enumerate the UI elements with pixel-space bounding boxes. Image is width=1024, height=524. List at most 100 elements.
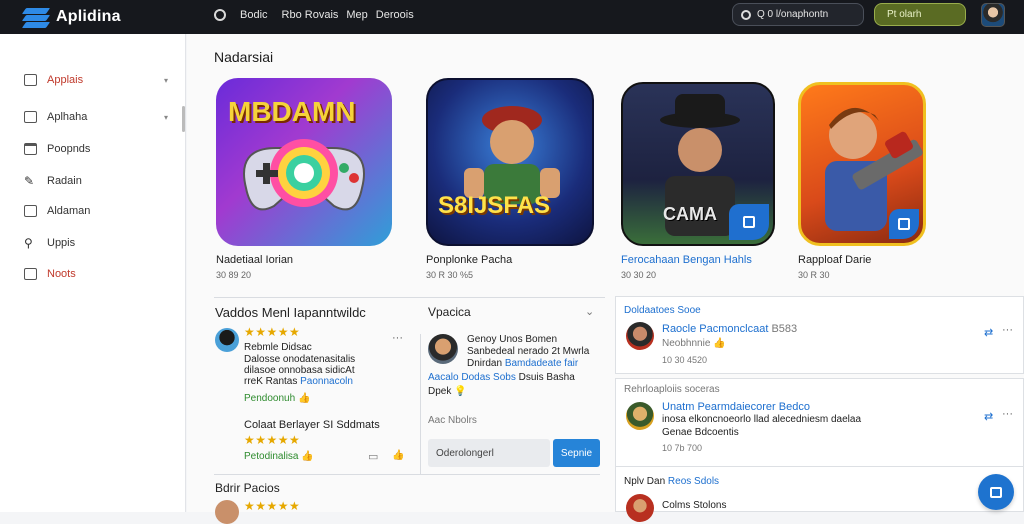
sidebar-item-noots[interactable]: Noots bbox=[24, 268, 76, 280]
user-avatar[interactable] bbox=[981, 3, 1005, 27]
messages-title: Vpacica bbox=[428, 305, 471, 319]
app-thumbnail[interactable]: S8IJSFAS bbox=[426, 78, 594, 246]
reviewer-avatar[interactable] bbox=[215, 328, 239, 352]
section-title: Bdrir Pacios bbox=[215, 481, 280, 495]
divider bbox=[214, 474, 600, 475]
sidebar-item-label: Applais bbox=[47, 74, 84, 86]
message-line: Dpek 💡 bbox=[428, 386, 467, 397]
divider bbox=[420, 334, 421, 474]
card-action-button[interactable] bbox=[729, 204, 769, 240]
review-action-link[interactable]: Pendoonuh 👍 bbox=[244, 393, 310, 404]
character-art-icon bbox=[464, 106, 560, 204]
review-line: Rebmle Didsac bbox=[244, 342, 312, 353]
gamepad-icon bbox=[243, 139, 365, 211]
sidebar-item-applais[interactable]: Applais bbox=[24, 74, 83, 86]
app-card[interactable]: MBDAMN Nadetiaal Iorian 30 89 20 bbox=[216, 78, 392, 280]
app-meta: 30 R 30 %5 bbox=[426, 270, 474, 280]
app-logo[interactable]: Aplidina bbox=[21, 6, 121, 28]
app-thumbnail[interactable]: MBDAMN bbox=[216, 78, 392, 246]
sidebar-scrollbar[interactable] bbox=[182, 106, 185, 132]
upload-button[interactable]: Pt olarh bbox=[874, 3, 966, 26]
sidebar-item-aldaman[interactable]: Aldaman bbox=[24, 205, 90, 217]
notification-avatar[interactable] bbox=[626, 494, 654, 522]
sidebar-item-label: Radain bbox=[47, 175, 82, 187]
notification-meta: 10 30 4520 bbox=[662, 355, 708, 365]
more-icon[interactable]: ··· bbox=[1002, 324, 1013, 336]
nav-item-1[interactable]: Rbo Rovais bbox=[282, 9, 339, 21]
message-text: Dnirdan bbox=[467, 358, 503, 369]
app-title[interactable]: Ferocahaan Bengan Hahls bbox=[621, 254, 752, 266]
app-title[interactable]: Nadetiaal Iorian bbox=[216, 254, 293, 266]
chevron-down-icon[interactable]: ▾ bbox=[164, 113, 168, 122]
sender-avatar[interactable] bbox=[428, 334, 458, 364]
nav-item-0[interactable]: Bodic bbox=[240, 9, 268, 21]
app-thumbnail[interactable] bbox=[798, 82, 926, 246]
reviewer-name[interactable]: Colaat Berlayer SI Sddmats bbox=[244, 419, 380, 431]
notifications-title: Doldaatoes Sooe bbox=[624, 305, 701, 316]
message-text: Dpek bbox=[428, 386, 452, 397]
main-content: Nadarsiai MBDAMN Nadetiaal Iorian 30 89 … bbox=[187, 34, 1024, 524]
message-text: Dsuis Basha bbox=[518, 372, 575, 383]
message-link[interactable]: Aacalo Dodas Sobs bbox=[428, 372, 516, 383]
square-icon bbox=[24, 74, 37, 86]
send-button[interactable]: Sepnie bbox=[553, 439, 600, 467]
notification-title-line[interactable]: Raocle Pacmonclcaat B583 bbox=[662, 323, 797, 335]
review-text: rreK Rantas bbox=[244, 376, 298, 387]
message-link[interactable]: Bamdadeate fair bbox=[505, 358, 578, 369]
reply-placeholder: Oderolongerl bbox=[436, 447, 494, 459]
notification-title-line: Nplv Dan Reos Sdols bbox=[624, 476, 719, 487]
thumbs-up-icon: 👍 bbox=[297, 393, 311, 404]
review-action-link[interactable]: Petodinalisa 👍 bbox=[244, 451, 314, 462]
thumbs-up-icon[interactable]: 👍 bbox=[392, 450, 404, 461]
send-label: Sepnie bbox=[560, 447, 593, 459]
compose-button[interactable] bbox=[978, 474, 1014, 510]
thumbnail-art-text: S8IJSFAS bbox=[438, 192, 551, 219]
notification-header: Rehrloaploiis soceras bbox=[624, 384, 720, 395]
reply-input[interactable]: Oderolongerl bbox=[428, 439, 550, 467]
chevron-down-icon[interactable]: ▾ bbox=[164, 76, 168, 85]
message-line: Dnirdan Bamdadeate fair bbox=[467, 358, 578, 369]
app-card[interactable]: Rapploaf Darie 30 R 30 bbox=[798, 82, 926, 280]
rating-stars: ★★★★★ bbox=[244, 433, 301, 447]
more-icon[interactable]: ··· bbox=[392, 332, 403, 344]
notification-title[interactable]: Reos Sdols bbox=[668, 476, 719, 487]
top-bar: Aplidina Bodic Rbo Rovais Mep Deroois Q … bbox=[0, 0, 1024, 34]
reviews-title: Vaddos Menl Iapanntwildc bbox=[215, 305, 366, 320]
nav-item-3[interactable]: Deroois bbox=[376, 9, 414, 21]
notification-title[interactable]: Unatm Pearmdaiecorer Bedco bbox=[662, 401, 810, 413]
notification-body: Genae Bdcoentis bbox=[662, 427, 739, 438]
reviewer-avatar[interactable] bbox=[215, 500, 239, 524]
notification-avatar[interactable] bbox=[626, 322, 654, 350]
notification-meta: 10 7b 700 bbox=[662, 443, 703, 453]
app-card[interactable]: S8IJSFAS Ponplonke Pacha 30 R 30 %5 bbox=[426, 78, 594, 280]
app-thumbnail[interactable]: CAMA bbox=[621, 82, 775, 246]
app-card[interactable]: CAMA Ferocahaan Bengan Hahls 30 30 20 bbox=[621, 82, 775, 280]
review-link[interactable]: Paonnacoln bbox=[300, 376, 353, 387]
notification-avatar[interactable] bbox=[626, 402, 654, 430]
notification-title: Raocle Pacmonclcaat bbox=[662, 323, 769, 335]
app-title[interactable]: Rapploaf Darie bbox=[798, 254, 871, 266]
notification-sub: Colms Stolons bbox=[662, 500, 727, 511]
app-title[interactable]: Ponplonke Pacha bbox=[426, 254, 512, 266]
app-meta: 30 89 20 bbox=[216, 270, 252, 280]
reply-icon[interactable]: ⇄ bbox=[984, 326, 993, 339]
sidebar-item-aplhaha[interactable]: Aplhaha bbox=[24, 111, 87, 123]
circle-icon bbox=[214, 9, 226, 21]
chevron-down-icon[interactable]: ⌄ bbox=[585, 305, 594, 318]
more-icon[interactable]: ··· bbox=[1002, 408, 1013, 420]
nav-item-2[interactable]: Mep bbox=[346, 9, 367, 21]
divider bbox=[214, 297, 605, 298]
sidebar-item-label: Uppis bbox=[47, 237, 76, 249]
notification-sub-text: Neobhnnie bbox=[662, 338, 711, 349]
sidebar-item-radain[interactable]: ✎ Radain bbox=[24, 174, 82, 188]
comment-icon[interactable]: ▭ bbox=[368, 450, 378, 463]
notification-sub: Neobhnnie 👍 bbox=[662, 338, 726, 349]
search-icon bbox=[741, 9, 751, 20]
notification-header: Nplv Dan bbox=[624, 476, 666, 487]
sidebar-item-uppis[interactable]: ⚲ Uppis bbox=[24, 236, 75, 250]
picture-icon bbox=[24, 205, 37, 217]
app-meta: 30 R 30 bbox=[798, 270, 830, 280]
sidebar-item-poopnds[interactable]: Poopnds bbox=[24, 143, 90, 155]
search-input[interactable]: Q 0 l/onaphontn bbox=[732, 3, 864, 26]
reply-icon[interactable]: ⇄ bbox=[984, 410, 993, 423]
